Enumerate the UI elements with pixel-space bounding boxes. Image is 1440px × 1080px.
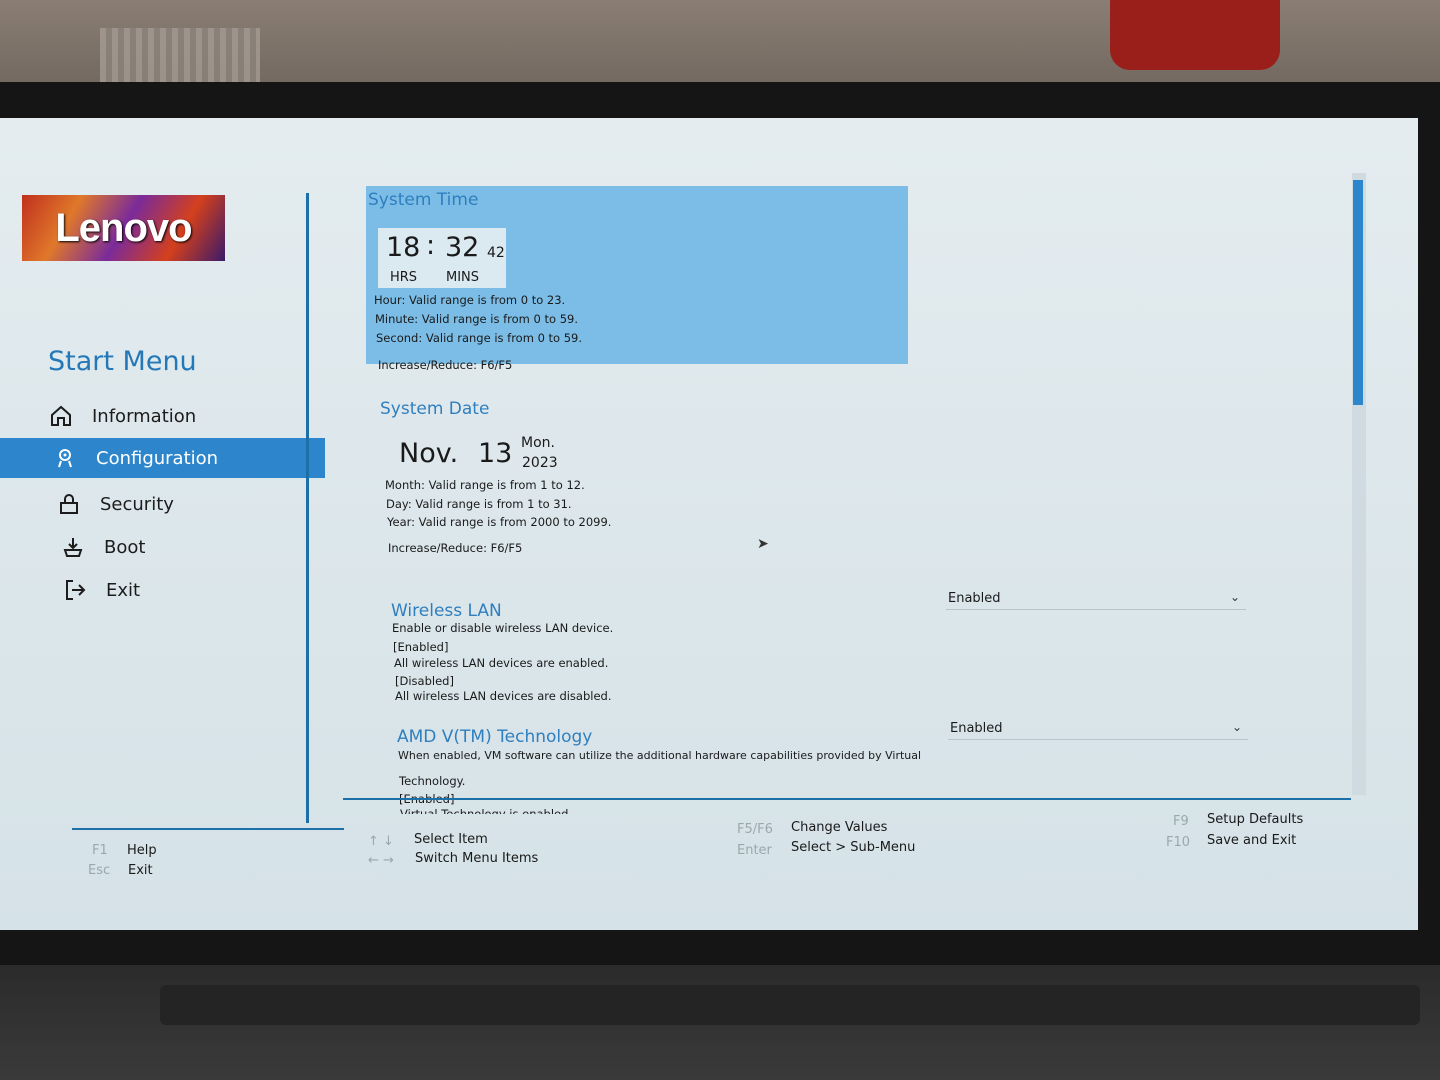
f9-key: F9: [1173, 814, 1189, 829]
second-hint: Second: Valid range is from 0 to 59.: [376, 331, 583, 345]
start-menu-title: Start Menu: [48, 346, 197, 377]
sidebar-item-exit[interactable]: Exit: [0, 570, 325, 610]
content-bottom-line: [343, 798, 1351, 800]
logo-text: Lenovo: [55, 205, 192, 250]
system-time-title: System Time: [368, 190, 479, 210]
sidebar-item-security[interactable]: Security: [0, 484, 325, 524]
wireless-lan-title: Wireless LAN: [391, 601, 502, 621]
amd-vt-enabled-desc: Virtual Technology is enabled.: [400, 807, 573, 814]
amd-vt-select[interactable]: Enabled ⌄: [948, 718, 1248, 740]
boot-icon: [60, 534, 86, 560]
laptop-hinge: [160, 985, 1420, 1025]
wireless-enabled-desc: All wireless LAN devices are enabled.: [394, 656, 609, 670]
sidebar-bottom-line: [72, 828, 344, 830]
setup-defaults-help: Setup Defaults: [1207, 812, 1304, 827]
leftright-key: ← →: [368, 853, 394, 868]
esc-key: Esc: [88, 863, 111, 878]
day-hint: Day: Valid range is from 1 to 31.: [386, 497, 572, 511]
weekday-value: Mon.: [521, 435, 555, 451]
wireless-enabled-tag: [Enabled]: [393, 640, 449, 654]
switch-menu-help: Switch Menu Items: [415, 851, 539, 866]
wireless-lan-select[interactable]: Enabled ⌄: [946, 588, 1246, 610]
select-item-help: Select Item: [414, 832, 488, 847]
save-exit-help: Save and Exit: [1207, 833, 1297, 848]
mouse-cursor-icon: ➤: [757, 536, 769, 552]
lenovo-logo: Lenovo: [22, 195, 225, 261]
esc-exit: Exit: [128, 863, 153, 878]
lock-icon: [56, 491, 82, 517]
radiator: [100, 28, 260, 88]
updown-key: ↑ ↓: [368, 834, 394, 849]
year-hint: Year: Valid range is from 2000 to 2099.: [387, 515, 612, 529]
month-value[interactable]: Nov.: [399, 438, 458, 469]
sidebar-item-configuration[interactable]: Configuration: [0, 438, 325, 478]
year-value[interactable]: 2023: [522, 455, 558, 471]
f10-key: F10: [1166, 835, 1191, 850]
minutes-value[interactable]: 32: [445, 232, 479, 263]
gear-icon: [52, 445, 78, 471]
wireless-disabled-tag: [Disabled]: [395, 674, 454, 688]
time-separator: :: [426, 230, 436, 261]
hrs-label: HRS: [390, 270, 418, 285]
bios-screen: Lenovo Start Menu Information Configurat…: [0, 118, 1418, 930]
amd-vt-desc-2: Technology.: [399, 774, 466, 788]
hours-value[interactable]: 18: [386, 232, 420, 263]
select-submenu-help: Select > Sub-Menu: [791, 840, 916, 855]
f5f6-key: F5/F6: [737, 822, 773, 837]
system-date-title: System Date: [380, 399, 490, 419]
sidebar-item-label: Boot: [104, 536, 146, 558]
wireless-desc: Enable or disable wireless LAN device.: [392, 621, 614, 635]
time-increase-hint: Increase/Reduce: F6/F5: [378, 358, 513, 372]
chevron-down-icon: ⌄: [1229, 590, 1240, 604]
chevron-down-icon: ⌄: [1231, 720, 1242, 734]
change-values-help: Change Values: [791, 820, 888, 835]
exit-icon: [62, 577, 88, 603]
sidebar-divider: [306, 193, 309, 823]
amd-vt-value: Enabled: [950, 721, 1003, 736]
amd-vt-desc: When enabled, VM software can utilize th…: [398, 749, 922, 762]
enter-key: Enter: [737, 843, 772, 858]
scrollbar-thumb[interactable]: [1353, 180, 1363, 405]
hour-hint: Hour: Valid range is from 0 to 23.: [374, 293, 566, 307]
minute-hint: Minute: Valid range is from 0 to 59.: [375, 312, 578, 326]
f1-help: Help: [127, 843, 157, 858]
seconds-value[interactable]: 42: [487, 245, 505, 261]
day-value[interactable]: 13: [478, 438, 512, 469]
sidebar-item-information[interactable]: Information: [0, 396, 325, 436]
amd-vt-title: AMD V(TM) Technology: [397, 727, 593, 747]
sidebar-item-label: Exit: [106, 579, 141, 601]
sidebar-item-label: Configuration: [96, 447, 219, 469]
date-increase-hint: Increase/Reduce: F6/F5: [388, 541, 523, 555]
red-object: [1110, 0, 1280, 70]
month-hint: Month: Valid range is from 1 to 12.: [385, 478, 585, 492]
home-icon: [48, 403, 74, 429]
wireless-lan-value: Enabled: [948, 591, 1001, 606]
sidebar-item-boot[interactable]: Boot: [0, 527, 325, 567]
mins-label: MINS: [446, 270, 480, 285]
sidebar-item-label: Information: [92, 405, 197, 427]
wireless-disabled-desc: All wireless LAN devices are disabled.: [395, 689, 612, 703]
sidebar-item-label: Security: [100, 493, 174, 515]
f1-key: F1: [92, 843, 108, 858]
